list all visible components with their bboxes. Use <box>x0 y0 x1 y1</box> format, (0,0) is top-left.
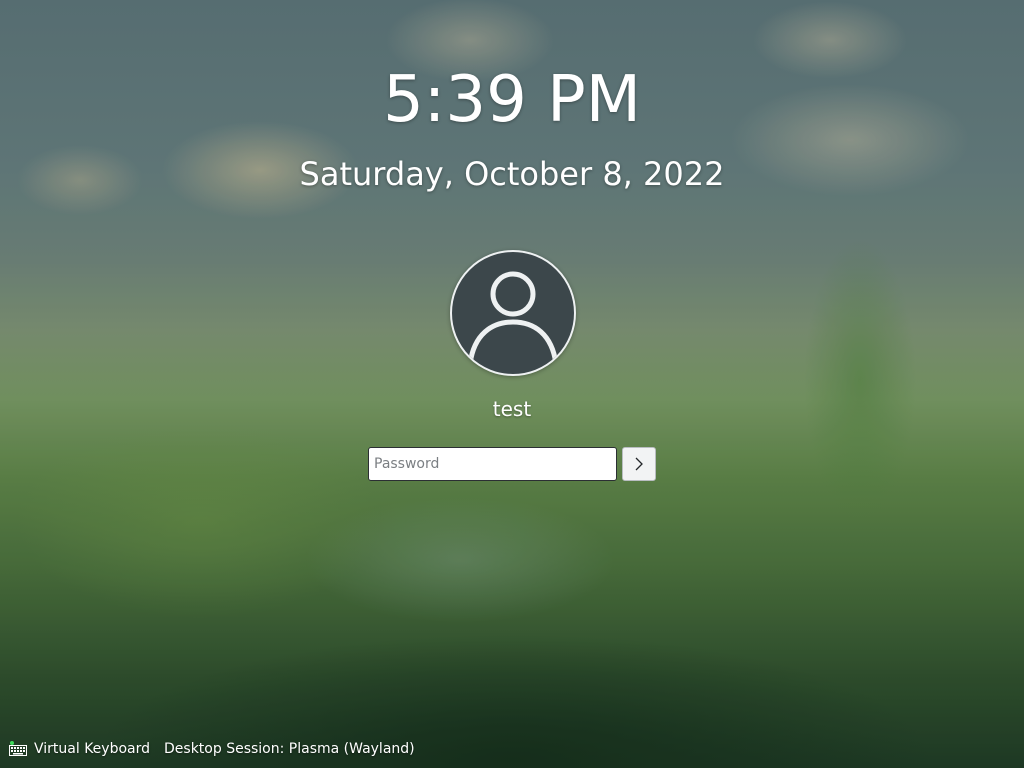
clock-time: 5:39 PM <box>383 63 641 137</box>
virtual-keyboard-button[interactable]: Virtual Keyboard <box>8 741 150 757</box>
footer-bar: Virtual Keyboard Desktop Session: Plasma… <box>8 738 415 760</box>
status-dot <box>10 741 14 745</box>
user-avatar-icon[interactable] <box>450 250 576 376</box>
keyboard-icon <box>8 741 28 757</box>
password-input[interactable] <box>368 447 617 481</box>
lock-screen: 5:39 PM Saturday, October 8, 2022 test V… <box>0 0 1024 768</box>
desktop-session-selector[interactable]: Desktop Session: Plasma (Wayland) <box>164 741 415 757</box>
desktop-session-label: Desktop Session: Plasma (Wayland) <box>164 741 415 757</box>
clock-date: Saturday, October 8, 2022 <box>299 155 725 193</box>
chevron-right-icon <box>635 457 643 471</box>
username-label: test <box>492 397 532 421</box>
virtual-keyboard-label: Virtual Keyboard <box>34 741 151 757</box>
login-submit-button[interactable] <box>622 447 656 481</box>
